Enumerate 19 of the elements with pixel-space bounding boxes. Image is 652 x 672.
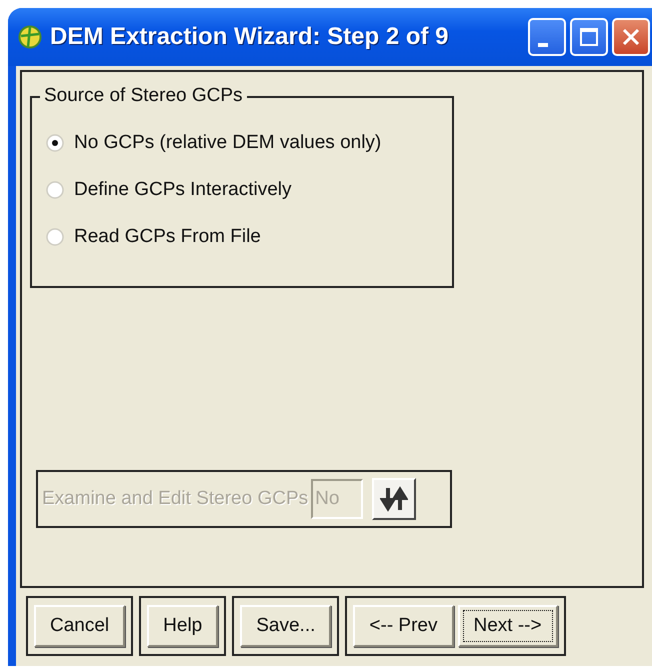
toggle-button[interactable]: [372, 478, 416, 520]
wizard-button[interactable]: Next -->: [458, 605, 558, 647]
sort-arrows-icon: [380, 486, 408, 512]
wizard-button[interactable]: Save...: [240, 605, 332, 647]
maximize-icon: [579, 27, 599, 47]
wizard-button[interactable]: Help: [147, 605, 218, 647]
close-icon: [621, 27, 641, 47]
wizard-button[interactable]: <-- Prev: [353, 605, 454, 647]
minimize-button[interactable]: [528, 18, 566, 56]
field-label: Examine and Edit Stereo GCPs: [42, 488, 308, 510]
radio-option[interactable]: Define GCPs Interactively: [46, 179, 452, 201]
window-title: DEM Extraction Wizard: Step 2 of 9: [50, 23, 449, 51]
maximize-button[interactable]: [570, 18, 608, 56]
close-button[interactable]: [612, 18, 650, 56]
wizard-button[interactable]: Cancel: [34, 605, 126, 647]
radio-option[interactable]: Read GCPs From File: [46, 226, 452, 248]
minimize-icon: [538, 43, 548, 47]
radio-option[interactable]: No GCPs (relative DEM values only): [46, 132, 452, 154]
globe-icon: [18, 25, 42, 49]
